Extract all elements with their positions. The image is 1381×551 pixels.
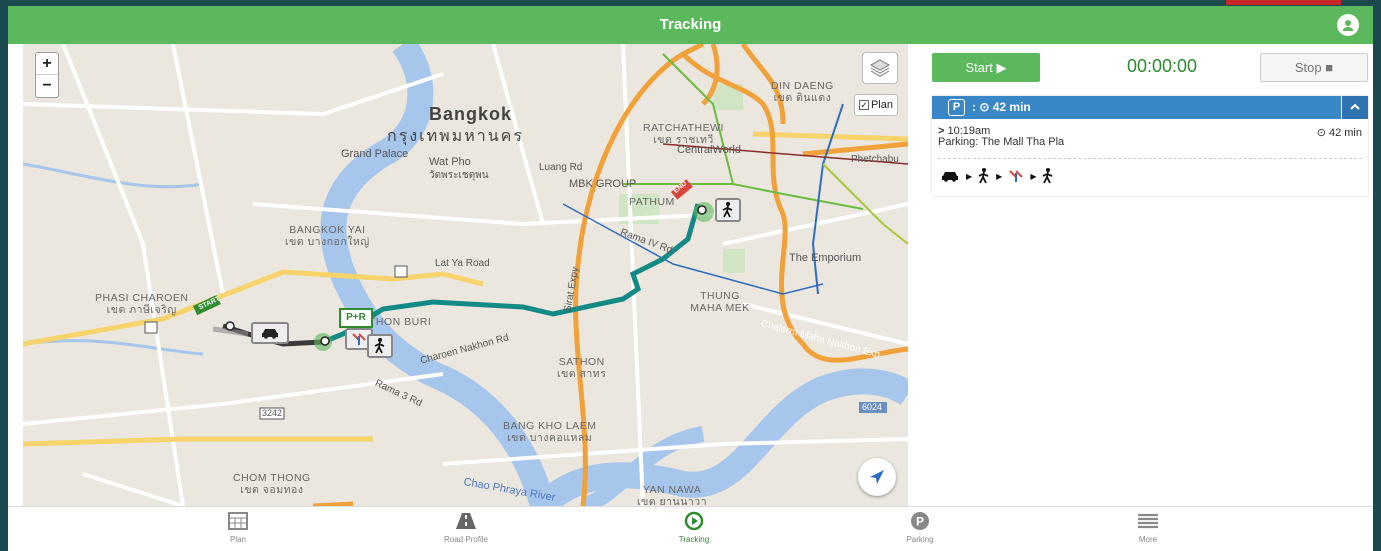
collapse-chevron-icon[interactable] bbox=[1341, 96, 1368, 119]
map-label-ratchathewi: RATCHATHEWI เขต ราชเทวี bbox=[643, 122, 724, 146]
stop-button[interactable]: Stop ■ bbox=[1260, 53, 1368, 82]
walk-icon bbox=[978, 168, 989, 184]
nav-road-profile-label: Road Profile bbox=[443, 535, 489, 544]
zoom-out-button[interactable]: − bbox=[36, 75, 58, 97]
map-label-yan-nawa: YAN NAWA เขต ยานนาวา bbox=[637, 484, 708, 506]
route-map[interactable]: + − ✓ Plan Bangkok กรุงเทพมหานคร Grand P… bbox=[23, 44, 908, 506]
trip-step[interactable]: > 10:19am Parking: The Mall Tha Pla bbox=[938, 126, 1064, 148]
start-button[interactable]: Start ▶ bbox=[932, 53, 1040, 82]
map-label-mbk: MBK GROUP bbox=[569, 178, 637, 190]
arrow-icon: ▶ bbox=[996, 171, 1003, 181]
map-road-3242: 3242 bbox=[262, 408, 283, 418]
walk-end-marker-icon[interactable] bbox=[715, 198, 741, 222]
nav-tracking-label: Tracking bbox=[678, 535, 710, 544]
bottom-nav: Plan Road Profile Tracking P Parking Mor… bbox=[8, 506, 1373, 551]
nav-plan[interactable]: Plan bbox=[178, 507, 298, 551]
walk-icon bbox=[1043, 168, 1053, 184]
car-marker-icon[interactable] bbox=[251, 322, 289, 344]
plan-toggle[interactable]: ✓ Plan bbox=[853, 94, 898, 116]
car-icon bbox=[942, 172, 958, 182]
plan-toggle-label: Plan bbox=[870, 99, 893, 111]
layers-button[interactable] bbox=[862, 52, 898, 84]
parking-icon: P bbox=[948, 99, 965, 116]
nav-parking[interactable]: P Parking bbox=[860, 507, 980, 551]
map-label-thung-maha-mek: THUNG MAHA MEK bbox=[690, 290, 750, 314]
header-bar: Tracking bbox=[8, 6, 1373, 44]
arrow-icon: ▶ bbox=[1030, 171, 1037, 181]
trip-card-header[interactable]: P : ⊙ 42 min bbox=[932, 96, 1368, 119]
map-label-centralworld: CentralWorld bbox=[677, 144, 741, 156]
trip-card: P : ⊙ 42 min > 10:19am Parking: The Mall… bbox=[932, 96, 1368, 196]
plan-checkbox-icon[interactable]: ✓ bbox=[858, 100, 869, 110]
travel-modes: ▶ ▶ ▶ bbox=[940, 168, 1054, 184]
map-label-wat-pho-thai: วัดพระเชตุพน bbox=[429, 170, 489, 181]
map-label-din-daeng: DIN DAENG เขต ดินแดง bbox=[771, 80, 834, 104]
zoom-control: + − bbox=[35, 52, 59, 98]
road-icon bbox=[456, 513, 476, 529]
map-label-pathum: PATHUM bbox=[629, 196, 675, 208]
map-label-bangkok: Bangkok bbox=[429, 104, 513, 124]
map-label-thon-buri: THON BURI bbox=[369, 316, 432, 328]
trip-step-duration: ⊙ 42 min bbox=[1316, 127, 1362, 139]
locate-me-button[interactable] bbox=[858, 458, 896, 496]
top-accent-bar bbox=[1226, 0, 1341, 5]
parking-icon: P bbox=[911, 512, 929, 530]
map-label-bangkok-thai: กรุงเทพมหานคร bbox=[387, 128, 524, 145]
park-and-ride-icon[interactable]: P+R bbox=[339, 308, 373, 328]
calendar-grid-icon bbox=[228, 512, 248, 530]
app-frame: Tracking + − ✓ Plan Bangkok กรุงเทพมหานค… bbox=[8, 6, 1373, 551]
nav-parking-label: Parking bbox=[906, 535, 934, 544]
play-circle-icon bbox=[684, 511, 704, 531]
map-label-phetchaburi: Phetchabu bbox=[851, 154, 899, 165]
map-label-phasi-charoen: PHASI CHAROEN เขต ภาษีเจริญ bbox=[95, 292, 189, 316]
navigation-arrow-icon bbox=[870, 470, 884, 484]
map-label-bang-kho-laem: BANG KHO LAEM เขต บางคอแหลม bbox=[503, 420, 597, 444]
map-label-bangkok-yai: BANGKOK YAI เขต บางกอกใหญ่ bbox=[285, 224, 370, 248]
map-label-lat-ya: Lat Ya Road bbox=[435, 258, 490, 269]
nav-road-profile[interactable]: Road Profile bbox=[406, 507, 526, 551]
svg-text:P: P bbox=[916, 515, 924, 529]
tracking-panel: Start ▶ 00:00:00 Stop ■ P : ⊙ 42 min > 1… bbox=[932, 44, 1373, 506]
arrow-icon: ▶ bbox=[966, 171, 973, 181]
map-label-wat-pho: Wat Pho bbox=[429, 156, 471, 168]
layers-icon bbox=[869, 59, 891, 77]
user-profile-icon[interactable] bbox=[1337, 14, 1359, 36]
walk-marker-icon[interactable] bbox=[367, 334, 393, 358]
nav-more-label: More bbox=[1138, 535, 1158, 544]
page-title: Tracking bbox=[659, 16, 722, 33]
map-label-the-emporium: The Emporium bbox=[789, 252, 862, 264]
nav-plan-label: Plan bbox=[229, 535, 246, 544]
map-label-grand-palace: Grand Palace bbox=[341, 148, 409, 160]
nav-tracking[interactable]: Tracking bbox=[634, 507, 754, 551]
map-road-6024: 6024 bbox=[862, 402, 883, 412]
nav-more[interactable]: More bbox=[1088, 507, 1208, 551]
map-label-sathon: SATHON เขต สาทร bbox=[557, 356, 607, 380]
map-label-luang-rd: Luang Rd bbox=[539, 162, 583, 173]
divider bbox=[938, 158, 1362, 159]
elapsed-timer: 00:00:00 bbox=[1126, 56, 1198, 76]
map-label-chom-thong: CHOM THONG เขต จอมทอง bbox=[233, 472, 311, 496]
transit-icon bbox=[1009, 170, 1024, 182]
trip-place: Parking: The Mall Tha Pla bbox=[938, 136, 1065, 148]
trip-duration: : ⊙ 42 min bbox=[972, 100, 1031, 114]
list-icon bbox=[1138, 513, 1158, 529]
zoom-in-button[interactable]: + bbox=[36, 53, 58, 75]
